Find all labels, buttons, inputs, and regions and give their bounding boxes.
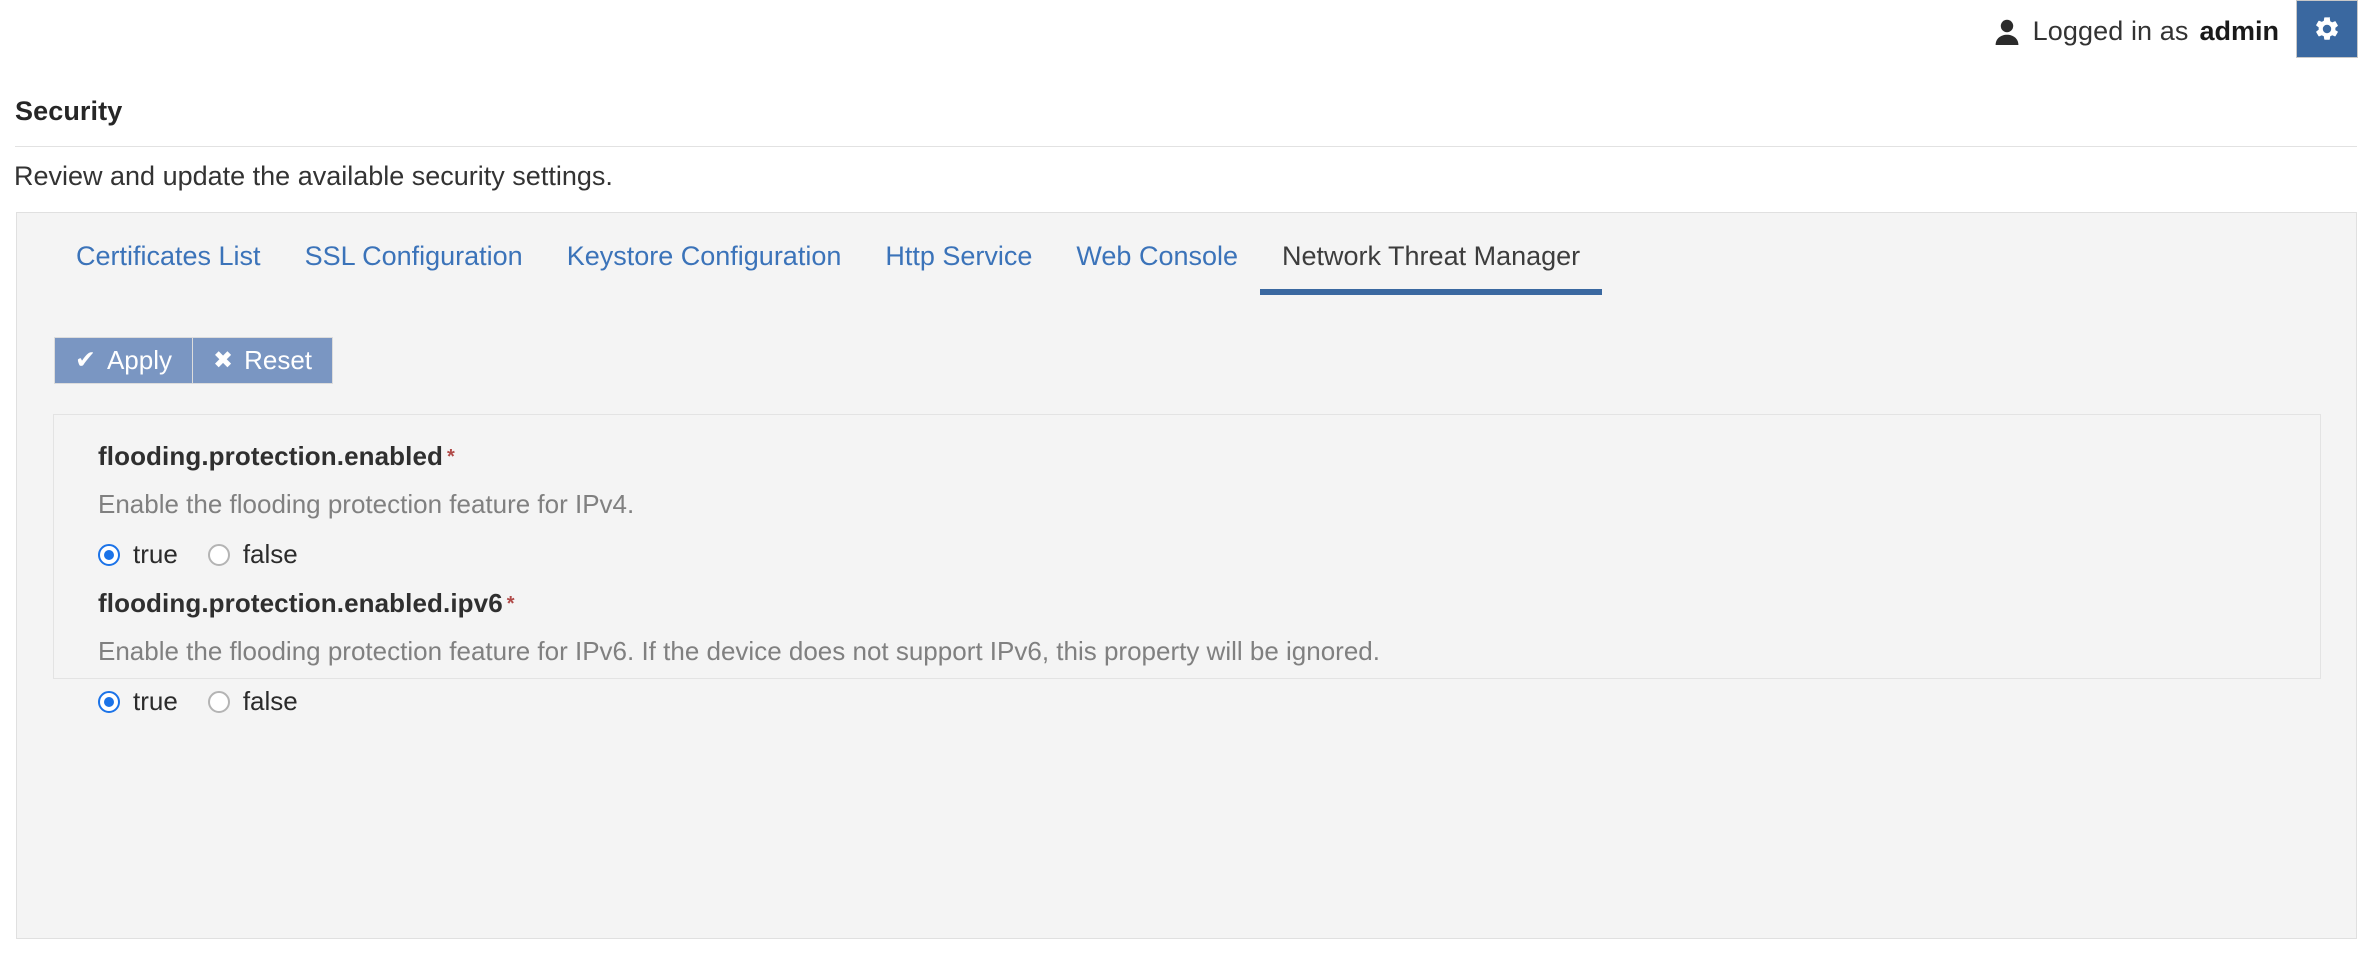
apply-button-label: Apply xyxy=(106,345,172,375)
tab-web-console[interactable]: Web Console xyxy=(1054,237,1260,295)
tab-label: Certificates List xyxy=(76,241,261,271)
user-icon xyxy=(1994,18,2020,46)
tab-label: Network Threat Manager xyxy=(1282,241,1581,271)
reset-button-label: Reset xyxy=(244,345,313,375)
property-name-text: flooding.protection.enabled.ipv6 xyxy=(98,588,503,618)
tab-keystore-configuration[interactable]: Keystore Configuration xyxy=(545,237,864,295)
radio-icon xyxy=(98,690,120,713)
username-label: admin xyxy=(2199,15,2279,46)
logged-in-user-block: Logged in as admin xyxy=(1994,2,2279,60)
radio-icon xyxy=(207,690,230,713)
radio-option-false[interactable]: false xyxy=(207,686,298,717)
settings-form: flooding.protection.enabled * Enable the … xyxy=(53,414,2321,716)
property-name-text: flooding.protection.enabled xyxy=(98,441,444,471)
form-action-buttons: ✔ Apply ✖ Reset xyxy=(54,337,334,384)
radio-option-false[interactable]: false xyxy=(207,539,298,570)
security-panel: Certificates List SSL Configuration Keys… xyxy=(16,212,2357,939)
tab-ssl-configuration[interactable]: SSL Configuration xyxy=(283,237,545,295)
tab-label: Web Console xyxy=(1076,241,1239,271)
tab-bar: Certificates List SSL Configuration Keys… xyxy=(54,237,2336,303)
settings-button[interactable] xyxy=(2296,0,2358,58)
radio-icon xyxy=(207,543,230,566)
title-divider xyxy=(15,146,2357,147)
required-indicator: * xyxy=(447,446,455,468)
radio-group-flooding-protection-enabled: true false xyxy=(98,539,2320,570)
radio-option-label: true xyxy=(133,539,178,569)
required-indicator: * xyxy=(506,593,515,615)
radio-option-label: true xyxy=(133,686,178,716)
radio-icon xyxy=(98,543,120,566)
tab-certificates-list[interactable]: Certificates List xyxy=(54,237,283,295)
top-bar: Logged in as admin xyxy=(0,0,2372,70)
property-label: flooding.protection.enabled * xyxy=(98,439,2320,473)
tab-network-threat-manager[interactable]: Network Threat Manager xyxy=(1260,237,1603,295)
tab-label: SSL Configuration xyxy=(304,241,523,271)
tab-http-service[interactable]: Http Service xyxy=(863,237,1054,295)
radio-option-true[interactable]: true xyxy=(98,539,178,570)
property-flooding-protection-enabled-ipv6: flooding.protection.enabled.ipv6 * Enable… xyxy=(54,586,2320,717)
page-subtitle: Review and update the available security… xyxy=(14,161,613,191)
property-description: Enable the flooding protection feature f… xyxy=(98,636,1380,666)
logged-in-label: Logged in as xyxy=(2032,15,2189,46)
property-flooding-protection-enabled: flooding.protection.enabled * Enable the … xyxy=(54,439,2320,570)
reset-button[interactable]: ✖ Reset xyxy=(192,337,334,384)
radio-option-label: false xyxy=(242,539,298,569)
check-icon: ✔ xyxy=(75,346,96,374)
tab-label: Keystore Configuration xyxy=(566,241,842,271)
page-title: Security xyxy=(15,96,123,126)
tab-label: Http Service xyxy=(885,241,1033,271)
apply-button[interactable]: ✔ Apply xyxy=(54,337,193,384)
property-label: flooding.protection.enabled.ipv6 * xyxy=(98,586,2320,620)
close-icon: ✖ xyxy=(213,346,234,374)
radio-option-true[interactable]: true xyxy=(98,686,178,717)
radio-group-flooding-protection-enabled-ipv6: true false xyxy=(98,686,2320,717)
gear-icon xyxy=(2313,15,2341,43)
radio-option-label: false xyxy=(242,686,298,716)
property-description: Enable the flooding protection feature f… xyxy=(98,489,635,519)
